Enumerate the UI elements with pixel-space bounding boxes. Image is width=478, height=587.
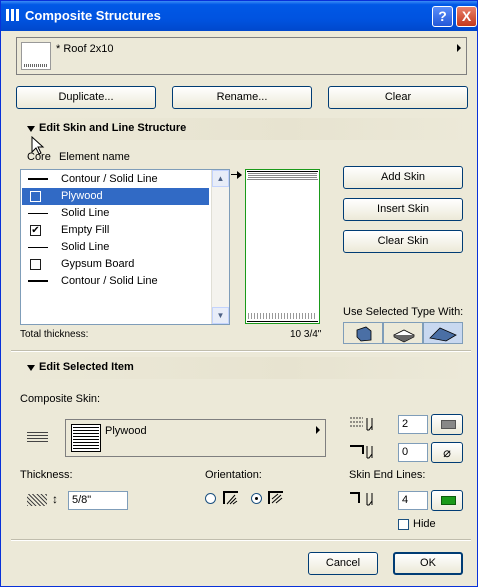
hide-label: Hide xyxy=(413,518,436,530)
dropdown-arrow-icon xyxy=(316,426,320,434)
core-checkbox[interactable] xyxy=(30,191,41,202)
duplicate-button[interactable]: Duplicate... xyxy=(16,86,156,109)
clear-button[interactable]: Clear xyxy=(328,86,468,109)
item-section-header[interactable]: Edit Selected Item xyxy=(11,357,471,379)
dropdown-arrow-icon xyxy=(457,44,461,52)
expand-triangle-icon xyxy=(27,126,35,132)
fill-pen-icon xyxy=(350,417,373,431)
background-pen-color-button[interactable]: ⌀ xyxy=(431,442,463,463)
core-checkbox[interactable] xyxy=(30,259,41,270)
skin-section-header[interactable]: Edit Skin and Line Structure xyxy=(11,118,471,140)
composite-structures-dialog: Composite Structures ? X * Roof 2x10 Dup… xyxy=(0,0,478,587)
scroll-down-arrow-icon[interactable]: ▼ xyxy=(212,307,229,324)
item-section-title: Edit Selected Item xyxy=(39,361,134,373)
close-button[interactable]: X xyxy=(456,6,477,27)
orientation-horizontal-icon xyxy=(223,491,238,505)
composite-name: * Roof 2x10 xyxy=(56,43,114,55)
composite-selector[interactable]: * Roof 2x10 xyxy=(16,37,467,75)
insert-skin-button[interactable]: Insert Skin xyxy=(343,198,463,221)
cancel-button[interactable]: Cancel xyxy=(308,552,378,575)
fill-pattern-icon xyxy=(27,430,48,442)
section-divider xyxy=(11,350,471,352)
orientation-vertical-icon xyxy=(268,491,283,504)
add-skin-button[interactable]: Add Skin xyxy=(343,166,463,189)
thickness-arrow-icon: ↕ xyxy=(52,492,58,506)
fill-name: Plywood xyxy=(105,425,147,437)
core-column-header: Core xyxy=(27,151,51,163)
window-title: Composite Structures xyxy=(25,8,161,23)
skin-row[interactable]: ✔ Empty Fill xyxy=(22,222,209,239)
list-scrollbar[interactable]: ▲ ▼ xyxy=(211,170,229,324)
ok-button[interactable]: OK xyxy=(393,552,463,575)
composite-preview-swatch xyxy=(21,42,51,70)
rename-button[interactable]: Rename... xyxy=(172,86,312,109)
skin-row[interactable]: Plywood xyxy=(22,188,209,205)
end-line-pen-color-button[interactable] xyxy=(431,490,463,511)
skin-row[interactable]: Contour / Solid Line xyxy=(22,273,209,290)
skin-section-title: Edit Skin and Line Structure xyxy=(39,122,187,134)
thin-line-icon xyxy=(28,247,48,248)
skin-end-lines-label: Skin End Lines: xyxy=(349,469,426,481)
element-name-column-header: Element name xyxy=(59,151,130,163)
plywood-fill-swatch xyxy=(71,424,101,452)
thin-line-icon xyxy=(28,213,48,214)
use-selected-type-label: Use Selected Type With: xyxy=(343,306,464,318)
skin-preview xyxy=(245,169,320,324)
end-line-pen-input[interactable]: 4 xyxy=(398,491,428,510)
total-thickness-value: 10 3/4" xyxy=(290,329,322,340)
thick-line-icon xyxy=(28,178,48,180)
skin-row[interactable]: Contour / Solid Line xyxy=(22,171,209,188)
thick-line-icon xyxy=(28,280,48,282)
orientation-label: Orientation: xyxy=(205,469,262,481)
expand-triangle-icon xyxy=(27,365,35,371)
background-pen-icon xyxy=(350,445,373,459)
clear-skin-button[interactable]: Clear Skin xyxy=(343,230,463,253)
skin-row[interactable]: Solid Line xyxy=(22,239,209,256)
thickness-input[interactable]: 5/8" xyxy=(68,491,128,510)
app-icon xyxy=(6,9,20,21)
wall-type-icon[interactable] xyxy=(343,322,383,344)
footer-divider xyxy=(11,539,471,541)
fill-type-selector[interactable]: Plywood xyxy=(65,419,326,457)
skin-list[interactable]: Contour / Solid Line Plywood Solid Line … xyxy=(20,169,230,325)
composite-skin-label: Composite Skin: xyxy=(20,393,101,405)
orientation-radio-2-selected[interactable] xyxy=(251,493,262,504)
thickness-label: Thickness: xyxy=(20,469,73,481)
core-checkbox-checked[interactable]: ✔ xyxy=(30,225,41,236)
title-bar[interactable]: Composite Structures ? X xyxy=(1,1,477,31)
help-button[interactable]: ? xyxy=(432,6,453,27)
fill-pen-input[interactable]: 2 xyxy=(398,415,428,434)
hide-checkbox[interactable] xyxy=(398,519,409,530)
scroll-up-arrow-icon[interactable]: ▲ xyxy=(212,170,229,187)
roof-type-icon[interactable] xyxy=(423,322,463,344)
skin-row[interactable]: Gypsum Board xyxy=(22,256,209,273)
orientation-radio-1[interactable] xyxy=(205,493,216,504)
arrow-head-icon xyxy=(237,171,242,179)
background-pen-input[interactable]: 0 xyxy=(398,443,428,462)
skin-row[interactable]: Solid Line xyxy=(22,205,209,222)
end-line-pen-icon xyxy=(350,492,373,506)
fill-pen-color-button[interactable] xyxy=(431,414,463,435)
total-thickness-label: Total thickness: xyxy=(20,329,89,340)
element-type-selector xyxy=(343,322,463,344)
thickness-hatch-icon xyxy=(27,494,47,506)
slab-type-icon[interactable] xyxy=(383,322,423,344)
